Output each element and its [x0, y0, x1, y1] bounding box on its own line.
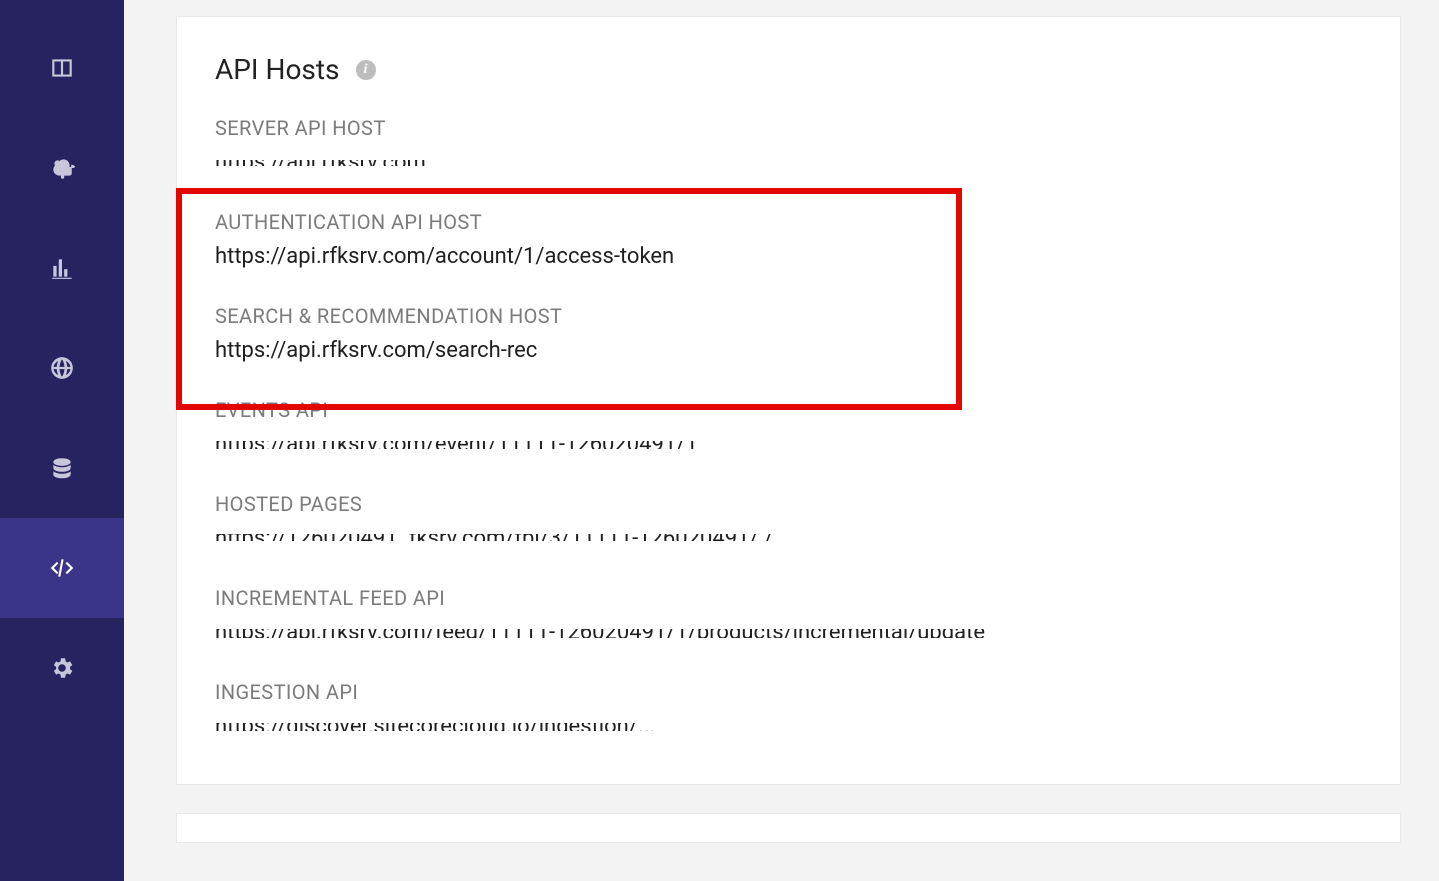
redaction-strip — [215, 710, 1362, 723]
sidebar-item-analytics[interactable] — [0, 218, 124, 318]
redaction-strip — [215, 541, 1362, 556]
field-server-api-host: SERVER API HOST https://api.rfksrv.com — [215, 116, 1362, 180]
redaction-strip — [215, 428, 1362, 441]
redaction-strip — [215, 166, 1362, 180]
field-label: INGESTION API — [215, 680, 1362, 704]
code-icon — [49, 555, 75, 581]
sidebar-item-puzzle[interactable] — [0, 118, 124, 218]
field-label: SERVER API HOST — [215, 116, 1362, 140]
sidebar-item-panel[interactable] — [0, 18, 124, 118]
card-title: API Hosts — [215, 53, 340, 86]
globe-icon — [49, 355, 75, 381]
bar-chart-icon — [49, 255, 75, 281]
field-label: HOSTED PAGES — [215, 492, 1362, 516]
field-value-wrap: https://api.rfksrv.com/feed/11111-126020… — [215, 616, 1362, 650]
panel-icon — [49, 55, 75, 81]
redaction-strip — [215, 616, 1362, 629]
redaction-strip — [215, 731, 1362, 744]
field-value-wrap: https://api.rfksrv.com/account/1/access-… — [215, 240, 1362, 274]
api-hosts-card: API Hosts i SERVER API HOST https://api.… — [176, 16, 1401, 785]
next-card-peek — [176, 813, 1401, 843]
redaction-strip — [215, 522, 1362, 534]
field-hosted-pages: HOSTED PAGES https://126020491. fksrv.co… — [215, 492, 1362, 556]
redaction-strip — [215, 146, 1362, 160]
info-icon[interactable]: i — [356, 60, 376, 80]
field-value-wrap: https://discover.sitecorecloud.io/ingest… — [215, 710, 1362, 744]
sidebar-item-database[interactable] — [0, 418, 124, 518]
field-label: EVENTS API — [215, 398, 1362, 422]
field-incremental-feed-api: INCREMENTAL FEED API https://api.rfksrv.… — [215, 586, 1362, 650]
field-value-wrap: https://126020491. fksrv.com/fbi/3/11111… — [215, 522, 1362, 556]
field-search-rec-host: SEARCH & RECOMMENDATION HOST https://api… — [215, 304, 1362, 368]
sidebar-item-settings[interactable] — [0, 618, 124, 718]
field-ingestion-api: INGESTION API https://discover.sitecorec… — [215, 680, 1362, 744]
main-content: API Hosts i SERVER API HOST https://api.… — [124, 0, 1439, 881]
field-events-api: EVENTS API https://api.rfksrv.com/event/… — [215, 398, 1362, 462]
field-value-wrap: https://api.rfksrv.com/search-rec/11111-… — [215, 334, 1362, 368]
card-header: API Hosts i — [215, 53, 1362, 86]
gear-icon — [49, 655, 75, 681]
redaction-strip — [215, 638, 1362, 650]
field-value-wrap: https://api.rfksrv.com — [215, 146, 1362, 180]
sidebar-item-developer[interactable] — [0, 518, 124, 618]
field-value: https://api.rfksrv.com/account/1/access-… — [215, 244, 674, 269]
sidebar — [0, 0, 124, 881]
field-auth-api-host: AUTHENTICATION API HOST https://api.rfks… — [215, 210, 1362, 274]
field-value-wrap: https://api.rfksrv.com/event/11111-12602… — [215, 428, 1362, 462]
field-label: AUTHENTICATION API HOST — [215, 210, 1362, 234]
sidebar-item-globe[interactable] — [0, 318, 124, 418]
redaction-strip — [537, 334, 1362, 368]
field-label: INCREMENTAL FEED API — [215, 586, 1362, 610]
redaction-strip — [215, 449, 1362, 462]
puzzle-icon — [49, 155, 75, 181]
field-label: SEARCH & RECOMMENDATION HOST — [215, 304, 1362, 328]
database-icon — [49, 455, 75, 481]
